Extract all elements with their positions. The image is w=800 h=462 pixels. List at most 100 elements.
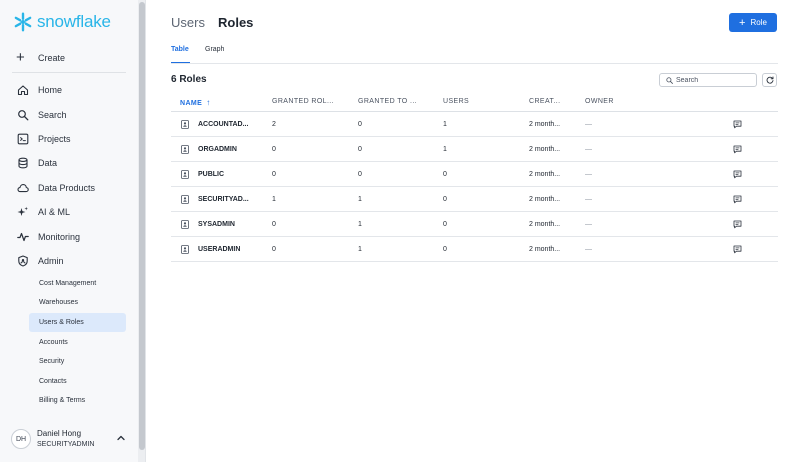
table-row[interactable]: USERADMIN 0 1 0 2 month... — bbox=[171, 237, 778, 262]
sidebar-item-home[interactable]: Home bbox=[16, 82, 62, 98]
tab-table[interactable]: Table bbox=[171, 44, 190, 64]
table-row[interactable]: SYSADMIN 0 1 0 2 month... — bbox=[171, 212, 778, 237]
created-cell: 2 month... bbox=[529, 221, 561, 228]
sidebar-item-monitoring[interactable]: Monitoring bbox=[16, 229, 80, 245]
home-icon bbox=[16, 83, 30, 97]
search-icon bbox=[666, 76, 673, 84]
tabs-divider bbox=[171, 63, 778, 64]
cloud-icon bbox=[16, 181, 30, 195]
role-icon bbox=[181, 120, 189, 129]
column-header-granted-roles[interactable]: GRANTED ROL... bbox=[272, 98, 334, 105]
sidebar-item-label: Admin bbox=[38, 256, 64, 266]
role-name[interactable]: PUBLIC bbox=[198, 171, 224, 178]
comment-icon[interactable] bbox=[733, 245, 742, 254]
role-name[interactable]: SYSADMIN bbox=[198, 221, 235, 228]
column-header-name[interactable]: NAME ↑ bbox=[180, 98, 211, 107]
role-icon bbox=[181, 195, 189, 204]
sidebar-item-admin[interactable]: Admin bbox=[16, 253, 64, 269]
tab-graph[interactable]: Graph bbox=[205, 44, 224, 64]
role-name[interactable]: SECURITYAD... bbox=[198, 196, 249, 203]
user-menu[interactable]: DH Daniel Hong SECURITYADMIN bbox=[11, 426, 128, 452]
search-icon bbox=[16, 108, 30, 122]
granted-to-cell: 1 bbox=[358, 196, 362, 203]
create-label: Create bbox=[38, 53, 66, 63]
users-cell: 1 bbox=[443, 121, 447, 128]
owner-cell: — bbox=[585, 146, 592, 153]
page-title: Roles bbox=[218, 15, 254, 30]
column-header-owner[interactable]: OWNER bbox=[585, 98, 614, 105]
granted-roles-cell: 0 bbox=[272, 221, 276, 228]
sidebar-item-label: Data bbox=[38, 158, 58, 168]
users-cell: 0 bbox=[443, 171, 447, 178]
comment-icon[interactable] bbox=[733, 145, 742, 154]
role-icon bbox=[181, 220, 189, 229]
column-header-created[interactable]: CREAT... bbox=[529, 98, 560, 105]
sidebar-item-cost-management[interactable]: Cost Management bbox=[29, 274, 126, 293]
sidebar-scrollbar-thumb[interactable] bbox=[139, 2, 145, 450]
comment-icon[interactable] bbox=[733, 170, 742, 179]
users-cell: 0 bbox=[443, 221, 447, 228]
breadcrumb-users[interactable]: Users bbox=[171, 15, 205, 30]
sidebar-item-security[interactable]: Security bbox=[29, 352, 126, 371]
sidebar-item-data-products[interactable]: Data Products bbox=[16, 180, 95, 196]
role-name[interactable]: ACCOUNTAD... bbox=[198, 121, 248, 128]
table-row[interactable]: PUBLIC 0 0 0 2 month... — bbox=[171, 162, 778, 187]
comment-icon[interactable] bbox=[733, 195, 742, 204]
users-cell: 0 bbox=[443, 246, 447, 253]
created-cell: 2 month... bbox=[529, 246, 561, 253]
roles-table: NAME ↑ GRANTED ROL... GRANTED TO ... USER… bbox=[171, 92, 778, 262]
sidebar-item-label: Data Products bbox=[38, 183, 96, 193]
comment-icon[interactable] bbox=[733, 220, 742, 229]
granted-roles-cell: 0 bbox=[272, 146, 276, 153]
search-box[interactable] bbox=[659, 73, 757, 87]
granted-roles-cell: 0 bbox=[272, 171, 276, 178]
role-name[interactable]: ORGADMIN bbox=[198, 146, 237, 153]
owner-cell: — bbox=[585, 246, 592, 253]
created-cell: 2 month... bbox=[529, 196, 561, 203]
brand-name: snowflake bbox=[37, 12, 111, 31]
sidebar-item-projects[interactable]: Projects bbox=[16, 131, 71, 147]
users-cell: 0 bbox=[443, 196, 447, 203]
sparkle-icon bbox=[16, 205, 30, 219]
chevron-up-icon bbox=[117, 435, 125, 441]
user-role: SECURITYADMIN bbox=[37, 441, 95, 448]
column-header-label: NAME bbox=[180, 100, 203, 107]
column-header-users[interactable]: USERS bbox=[443, 98, 469, 105]
sidebar-item-label: Projects bbox=[38, 134, 71, 144]
column-header-granted-to[interactable]: GRANTED TO ... bbox=[358, 98, 417, 105]
sidebar-item-ai-ml[interactable]: AI & ML bbox=[16, 204, 70, 220]
granted-to-cell: 1 bbox=[358, 246, 362, 253]
snowflake-logo[interactable]: snowflake bbox=[12, 10, 111, 34]
sidebar-item-label: AI & ML bbox=[38, 207, 71, 217]
plus-icon: + bbox=[16, 49, 25, 66]
table-header: NAME ↑ GRANTED ROL... GRANTED TO ... USER… bbox=[171, 92, 778, 112]
roles-count-title: 6 Roles bbox=[171, 74, 207, 85]
role-name[interactable]: USERADMIN bbox=[198, 246, 240, 253]
granted-to-cell: 1 bbox=[358, 221, 362, 228]
sidebar-item-label: Home bbox=[38, 85, 63, 95]
sidebar-scrollbar[interactable] bbox=[138, 0, 146, 462]
sidebar-item-billing-terms[interactable]: Billing & Terms bbox=[29, 391, 126, 410]
granted-roles-cell: 1 bbox=[272, 196, 276, 203]
table-row[interactable]: ACCOUNTAD... 2 0 1 2 month... — bbox=[171, 112, 778, 137]
table-row[interactable]: ORGADMIN 0 0 1 2 month... — bbox=[171, 137, 778, 162]
owner-cell: — bbox=[585, 171, 592, 178]
sidebar-item-search[interactable]: Search bbox=[16, 107, 67, 123]
sidebar-item-users-roles[interactable]: Users & Roles bbox=[29, 313, 126, 332]
role-icon bbox=[181, 245, 189, 254]
sidebar-item-contacts[interactable]: Contacts bbox=[29, 372, 126, 391]
sidebar-item-accounts[interactable]: Accounts bbox=[29, 333, 126, 352]
sidebar-item-data[interactable]: Data bbox=[16, 155, 57, 171]
search-input[interactable] bbox=[676, 76, 756, 84]
role-icon bbox=[181, 170, 189, 179]
table-row[interactable]: SECURITYAD... 1 1 0 2 month... — bbox=[171, 187, 778, 212]
user-info: Daniel Hong SECURITYADMIN bbox=[37, 428, 94, 450]
sidebar: snowflake + Create Home Search Projects … bbox=[0, 0, 138, 462]
refresh-button[interactable] bbox=[762, 73, 777, 87]
add-role-button[interactable]: + Role bbox=[729, 13, 777, 32]
snowflake-logo-icon bbox=[14, 12, 32, 32]
create-button[interactable]: + Create bbox=[16, 50, 65, 66]
sidebar-item-warehouses[interactable]: Warehouses bbox=[29, 293, 126, 312]
granted-roles-cell: 2 bbox=[272, 121, 276, 128]
comment-icon[interactable] bbox=[733, 120, 742, 129]
